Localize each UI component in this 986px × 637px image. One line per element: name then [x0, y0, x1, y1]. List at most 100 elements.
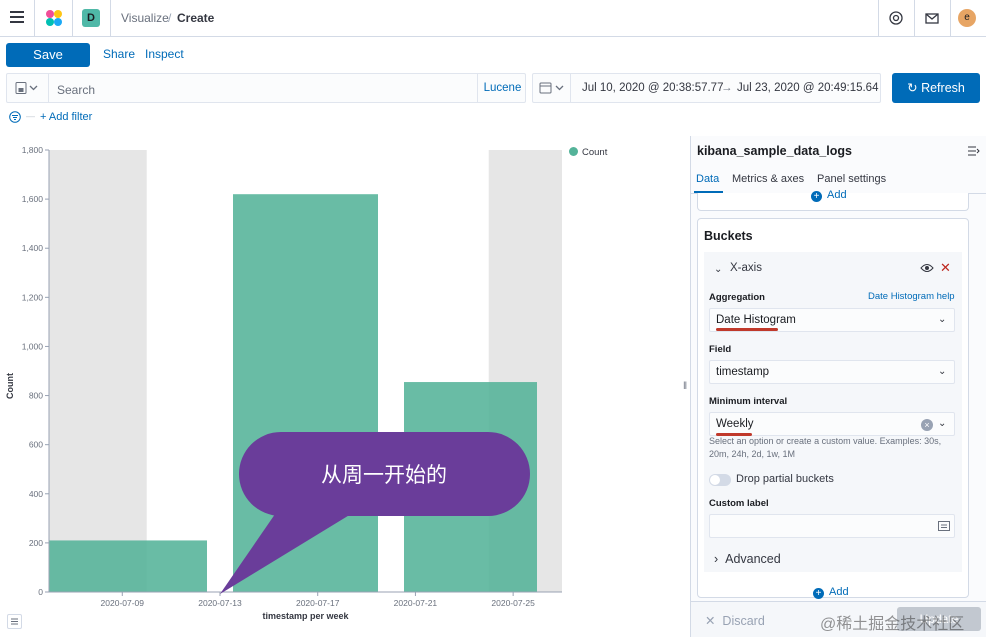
filter-separator: —: [26, 111, 35, 121]
discard-button[interactable]: ✕ Discard: [705, 613, 765, 628]
plus-icon: +: [811, 191, 822, 202]
chevron-down-icon: ⌄: [938, 314, 947, 325]
watermark: @稀土掘金技术社区: [820, 616, 965, 633]
breadcrumb-create: Create: [177, 11, 215, 25]
chevron-down-icon: ⌄: [938, 366, 947, 377]
x-tick-label: 2020-07-09: [101, 598, 145, 608]
field-label: Field: [709, 344, 732, 355]
user-avatar[interactable]: e: [958, 9, 976, 27]
divider: [72, 0, 73, 37]
eye-icon[interactable]: [920, 262, 934, 274]
y-tick-label: 1,600: [22, 194, 44, 204]
breadcrumb-separator: /: [168, 11, 172, 25]
inspect-link[interactable]: Inspect: [145, 47, 184, 61]
keyboard-icon: [938, 521, 950, 531]
tab-metrics-axes[interactable]: Metrics & axes: [732, 173, 804, 185]
bar-chart: 0 200 400 600 800 1,000 1,200 1,400 1,600 1,800 20…: [5, 145, 562, 621]
y-tick-label: 1,400: [22, 243, 44, 253]
arrow-right-icon: →: [721, 82, 733, 94]
top-header: D Visualize / Create e: [0, 0, 986, 37]
custom-label-input[interactable]: [709, 514, 955, 538]
callout-text: 从周一开始的: [321, 463, 447, 487]
y-tick-label: 600: [29, 440, 43, 450]
editor-sidebar: kibana_sample_data_logs Data Metrics & a…: [690, 136, 986, 637]
save-button[interactable]: Save: [6, 43, 90, 67]
drop-partial-toggle[interactable]: [709, 474, 731, 486]
x-tick-label: 2020-07-17: [296, 598, 340, 608]
refresh-label: Refresh: [921, 81, 965, 95]
x-axis-toggle[interactable]: X-axis: [730, 262, 762, 274]
refresh-icon: ↻: [907, 81, 922, 95]
add-bucket-label: Add: [829, 586, 849, 598]
plus-icon: +: [813, 588, 824, 599]
query-bar: Search Lucene: [6, 73, 526, 103]
add-metric-label: Add: [827, 189, 847, 201]
divider: [110, 0, 111, 37]
bar: [49, 540, 207, 592]
interval-value: Weekly: [716, 418, 754, 430]
remove-icon[interactable]: ✕: [940, 260, 951, 276]
tab-panel-settings[interactable]: Panel settings: [817, 173, 886, 185]
collapse-icon[interactable]: [968, 146, 980, 156]
legend-label[interactable]: Count: [582, 147, 607, 158]
help-icon[interactable]: [888, 10, 904, 26]
discard-label: Discard: [722, 614, 765, 628]
y-axis-title: Count: [5, 373, 15, 399]
field-select[interactable]: timestamp ⌄: [709, 360, 955, 384]
advanced-toggle[interactable]: › Advanced: [714, 552, 781, 566]
menu-icon[interactable]: [10, 11, 24, 23]
x-axis-bucket: ⌄ X-axis ✕ Aggregation Date Histogram he…: [704, 252, 962, 572]
space-avatar[interactable]: D: [82, 9, 100, 27]
chevron-right-icon: ›: [714, 552, 726, 566]
tab-data[interactable]: Data: [696, 173, 719, 185]
kibana-logo-icon[interactable]: [44, 8, 64, 28]
saved-query-button[interactable]: [7, 74, 49, 102]
mail-icon[interactable]: [924, 10, 940, 26]
advanced-label: Advanced: [725, 552, 781, 566]
divider: [950, 0, 951, 37]
calendar-icon: [539, 82, 564, 94]
list-icon[interactable]: [7, 614, 22, 629]
date-picker: Jul 10, 2020 @ 20:38:57.77 → Jul 23, 202…: [532, 73, 881, 103]
y-tick-label: 1,800: [22, 145, 44, 155]
clear-icon[interactable]: ×: [921, 419, 933, 431]
end-date[interactable]: Jul 23, 2020 @ 20:49:15.64: [737, 82, 878, 94]
chevron-down-icon[interactable]: ⌄: [938, 418, 946, 429]
legend-swatch[interactable]: [569, 147, 578, 156]
search-input[interactable]: Search: [57, 83, 95, 97]
field-value: timestamp: [716, 366, 770, 378]
add-bucket-button[interactable]: + Add: [813, 586, 849, 599]
divider: [878, 0, 879, 37]
add-filter-link[interactable]: + Add filter: [40, 111, 92, 123]
y-tick-label: 400: [29, 489, 43, 499]
red-underline: [716, 328, 778, 331]
save-query-icon: [15, 82, 38, 94]
buckets-panel: Buckets ⌄ X-axis ✕ Aggregation Date Hist…: [697, 218, 969, 598]
x-axis-title: timestamp per week: [262, 611, 349, 621]
add-metric-button[interactable]: + Add: [811, 189, 847, 202]
buckets-title: Buckets: [704, 229, 753, 243]
toggle-knob: [710, 475, 720, 485]
y-tick-label: 1,000: [22, 341, 44, 351]
chevron-down-icon[interactable]: ⌄: [714, 264, 722, 275]
breadcrumb-visualize[interactable]: Visualize: [121, 11, 169, 25]
refresh-button[interactable]: ↻ Refresh: [892, 73, 980, 103]
y-tick-label: 1,200: [22, 292, 44, 302]
chart-area: 0 200 400 600 800 1,000 1,200 1,400 1,600 1,800 20…: [0, 136, 680, 637]
index-pattern-title: kibana_sample_data_logs: [697, 144, 852, 158]
filter-icon[interactable]: [9, 111, 21, 123]
quick-select-button[interactable]: [533, 74, 571, 102]
interval-hint: Select an option or create a custom valu…: [709, 436, 942, 459]
y-tick-label: 0: [38, 587, 43, 597]
resize-handle[interactable]: ‖: [683, 381, 687, 392]
share-link[interactable]: Share: [103, 47, 135, 61]
x-tick-label: 2020-07-21: [394, 598, 438, 608]
date-histogram-help-link[interactable]: Date Histogram help: [868, 291, 955, 302]
query-language-button[interactable]: Lucene: [477, 74, 527, 102]
y-tick-label: 800: [29, 391, 43, 401]
custom-label-label: Custom label: [709, 498, 769, 509]
interval-label: Minimum interval: [709, 396, 788, 407]
out-of-range-shade: [49, 150, 147, 592]
start-date[interactable]: Jul 10, 2020 @ 20:38:57.77: [582, 82, 723, 94]
close-icon: ✕: [705, 614, 723, 628]
